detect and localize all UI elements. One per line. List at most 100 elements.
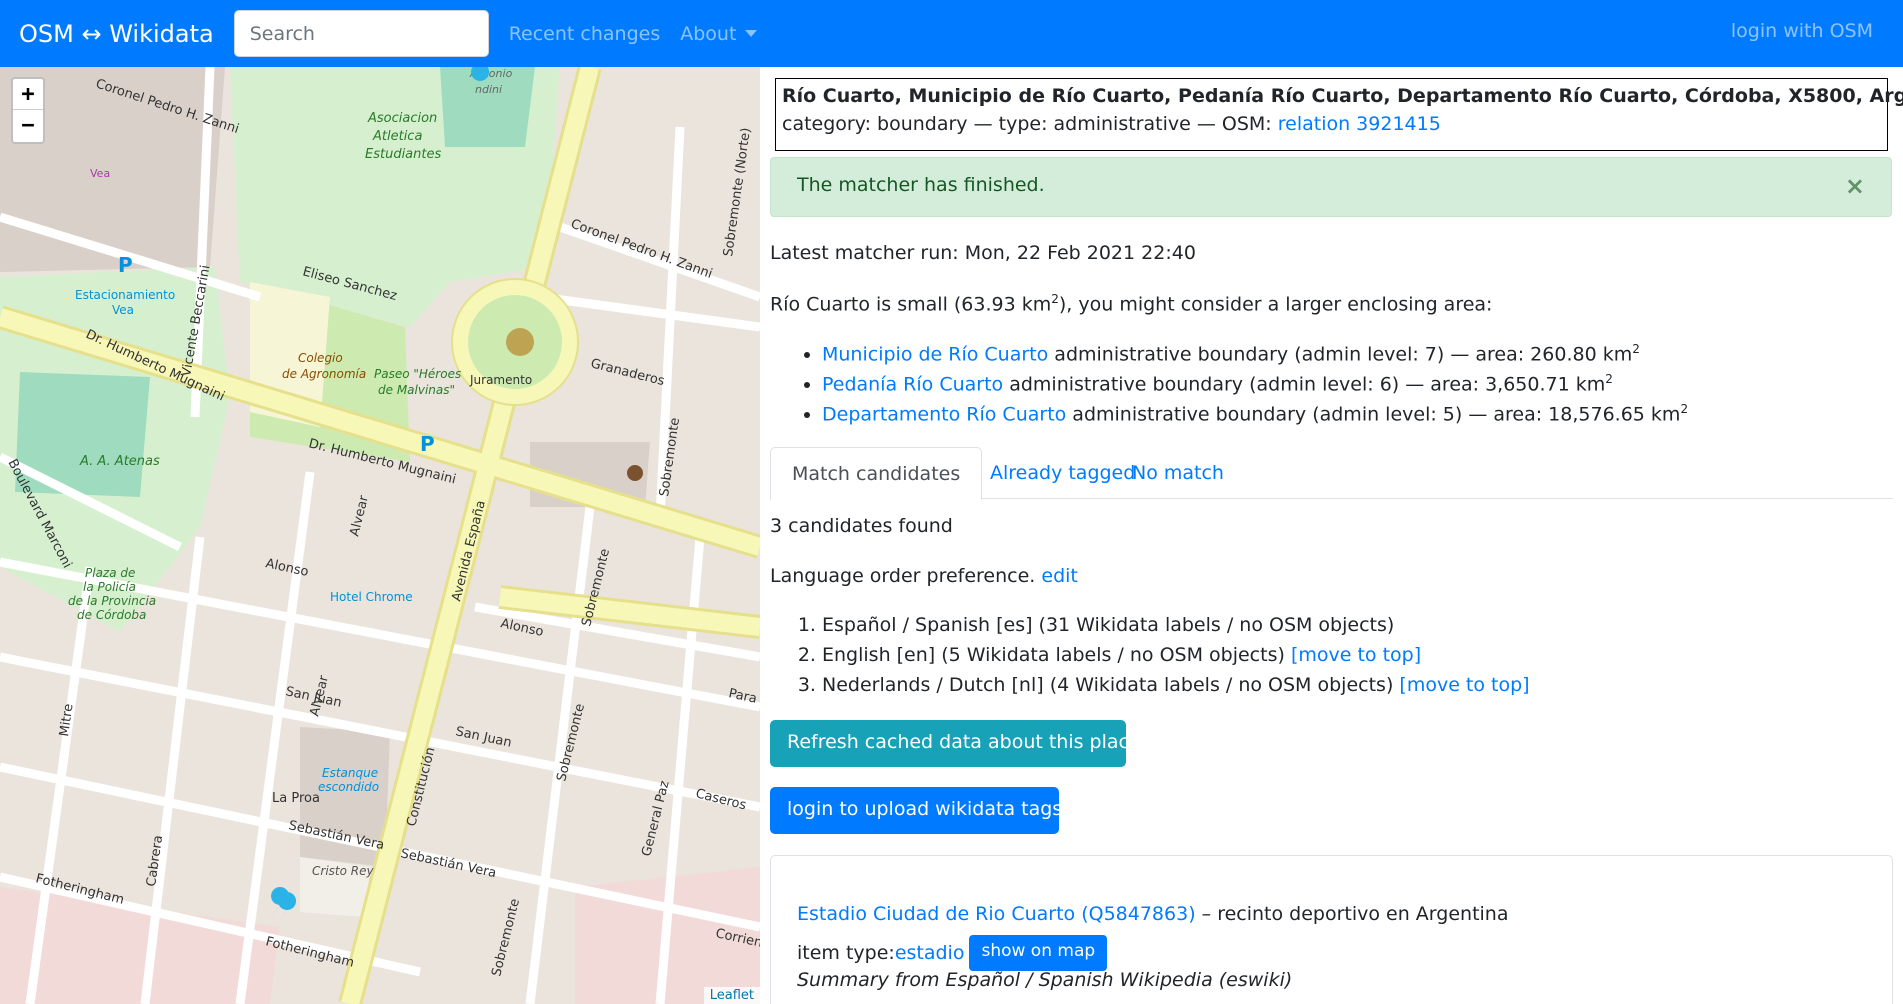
list-item: Pedanía Río Cuarto administrative bounda… bbox=[822, 372, 1688, 402]
zoom-in-button[interactable]: + bbox=[13, 79, 43, 110]
zoom-control: + − bbox=[11, 77, 45, 144]
caret-down-icon bbox=[745, 30, 758, 37]
map-markers: P P bbox=[118, 67, 643, 924]
success-alert: The matcher has finished. × bbox=[770, 157, 1892, 217]
label-avenida-espana: Avenida España bbox=[449, 499, 489, 603]
parking-icon: P bbox=[118, 253, 133, 277]
label-sobremonte-3: Sobremonte bbox=[554, 702, 588, 783]
label-alonso-1: Alonso bbox=[264, 556, 310, 580]
osm-relation-link[interactable]: relation 3921415 bbox=[1278, 113, 1441, 135]
place-meta: category: boundary — type: administrativ… bbox=[782, 113, 1881, 135]
language-text: Español / Spanish [es] (31 Wikidata labe… bbox=[822, 614, 1395, 636]
area-sup: 2 bbox=[1680, 402, 1689, 416]
label-general-paz: General Paz bbox=[639, 779, 672, 858]
place-title: Río Cuarto, Municipio de Río Cuarto, Ped… bbox=[782, 85, 1903, 107]
area-sup: 2 bbox=[1632, 342, 1640, 356]
enclosing-areas-list: Municipio de Río Cuarto administrative b… bbox=[822, 342, 1688, 432]
list-item: Departamento Río Cuarto administrative b… bbox=[822, 402, 1688, 432]
matcher-run: Latest matcher run: Mon, 22 Feb 2021 22:… bbox=[770, 242, 1196, 264]
label-fotheringham-2: Fotheringham bbox=[264, 934, 356, 970]
label-malvinas: de Malvinas" bbox=[378, 383, 455, 397]
label-estudiantes: Estudiantes bbox=[365, 147, 441, 162]
login-upload-button[interactable]: login to upload wikidata tags bbox=[770, 787, 1062, 834]
small-area-after: ), you might consider a larger enclosing… bbox=[1058, 293, 1493, 316]
candidate-desc: – recinto deportivo en Argentina bbox=[1195, 903, 1509, 925]
close-icon[interactable]: × bbox=[1845, 172, 1865, 200]
label-juramento: Juramento bbox=[469, 373, 532, 387]
label-corrien: Corrien bbox=[714, 926, 760, 951]
label-alvear-1: Alvear bbox=[347, 493, 372, 538]
cinema-icon bbox=[627, 465, 643, 481]
language-text: English [en] (5 Wikidata labels / no OSM… bbox=[822, 644, 1291, 666]
label-sobremonte-n: Sobremonte (Norte) bbox=[721, 127, 754, 258]
label-para: Para bbox=[727, 686, 758, 707]
label-estacionamiento-vea: Vea bbox=[112, 303, 134, 317]
label-mitre: Mitre bbox=[57, 703, 76, 738]
candidate-link[interactable]: Estadio Ciudad de Rio Cuarto (Q5847863) bbox=[797, 903, 1196, 925]
label-cabrera: Cabrera bbox=[144, 834, 166, 887]
candidate-card: Estadio Ciudad de Rio Cuarto (Q5847863) … bbox=[770, 855, 1893, 1004]
area-link-municipio[interactable]: Municipio de Río Cuarto bbox=[822, 343, 1048, 365]
zoom-out-button[interactable]: − bbox=[13, 110, 43, 141]
nav-about-label: About bbox=[680, 22, 737, 45]
area-link-departamento[interactable]: Departamento Río Cuarto bbox=[822, 403, 1066, 425]
move-to-top-link[interactable]: [move to top] bbox=[1291, 644, 1421, 666]
leaflet-attribution[interactable]: Leaflet bbox=[703, 987, 760, 1004]
label-estanque-2: escondido bbox=[318, 780, 379, 794]
candidates-found: 3 candidates found bbox=[770, 515, 953, 537]
candidate-summary: Summary from Español / Spanish Wikipedia… bbox=[797, 969, 1293, 991]
label-caseros: Caseros bbox=[694, 786, 748, 813]
place-meta-text: category: boundary — type: administrativ… bbox=[782, 113, 1278, 135]
label-asociacion: Asociacion bbox=[367, 111, 437, 126]
label-plaza-2: la Policía bbox=[83, 580, 136, 594]
nav-recent-changes[interactable]: Recent changes bbox=[509, 23, 661, 45]
language-edit-link[interactable]: edit bbox=[1041, 565, 1077, 587]
list-item: English [en] (5 Wikidata labels / no OSM… bbox=[822, 644, 1530, 674]
move-to-top-link[interactable]: [move to top] bbox=[1399, 674, 1529, 696]
alert-message: The matcher has finished. bbox=[797, 174, 1045, 196]
map[interactable]: Coronel Pedro H. Zanni Coronel Pedro H. … bbox=[0, 67, 760, 1004]
label-san-juan-2: San Juan bbox=[454, 724, 513, 750]
marker-icon bbox=[278, 892, 297, 924]
nav-about-dropdown[interactable]: About bbox=[680, 22, 758, 45]
brand-link[interactable]: OSM ↔ Wikidata bbox=[19, 20, 214, 48]
area-desc: administrative boundary (admin level: 7)… bbox=[1048, 343, 1633, 366]
candidate-title: Estadio Ciudad de Rio Cuarto (Q5847863) … bbox=[797, 903, 1509, 925]
label-mugnaini-2: Dr. Humberto Mugnaini bbox=[307, 436, 457, 487]
tab-match-candidates[interactable]: Match candidates bbox=[770, 447, 983, 500]
label-hotel: Hotel Chrome bbox=[330, 590, 413, 604]
label-fotheringham-1: Fotheringham bbox=[34, 871, 126, 907]
small-area-before: Río Cuarto is small (63.93 km bbox=[770, 293, 1052, 316]
item-type-link[interactable]: estadio bbox=[895, 942, 965, 964]
label-beccarini: Vicente Beccarini bbox=[179, 264, 213, 378]
label-nd: ndini bbox=[475, 83, 502, 96]
map-labels: Coronel Pedro H. Zanni Coronel Pedro H. … bbox=[4, 67, 760, 978]
item-type-label: item type: bbox=[797, 942, 895, 964]
search-input[interactable] bbox=[233, 10, 489, 57]
show-on-map-button[interactable]: show on map bbox=[969, 935, 1108, 971]
area-link-pedania[interactable]: Pedanía Río Cuarto bbox=[822, 373, 1003, 395]
label-alonso-2: Alonso bbox=[499, 616, 545, 640]
label-granaderos: Granaderos bbox=[589, 356, 666, 389]
area-desc: administrative boundary (admin level: 6)… bbox=[1003, 373, 1606, 396]
navbar: OSM ↔ Wikidata Recent changes About logi… bbox=[0, 0, 1903, 67]
tab-no-match[interactable]: No match bbox=[1111, 447, 1245, 500]
list-item: Municipio de Río Cuarto administrative b… bbox=[822, 342, 1688, 372]
label-paseo: Paseo "Héroes bbox=[374, 367, 461, 381]
label-estanque-1: Estanque bbox=[322, 766, 378, 780]
label-mugnaini-1: Dr. Humberto Mugnaini bbox=[83, 327, 226, 405]
login-osm-link[interactable]: login with OSM bbox=[1731, 20, 1873, 42]
label-pedro-zanni-2: Coronel Pedro H. Zanni bbox=[569, 217, 715, 282]
label-sobremonte-2: Sobremonte bbox=[579, 547, 613, 628]
label-agronomia: de Agronomía bbox=[282, 367, 366, 381]
label-constitucion: Constitución bbox=[404, 746, 438, 828]
label-sobremonte-4: Sobremonte bbox=[489, 897, 523, 978]
small-area-notice: Río Cuarto is small (63.93 km2), you mig… bbox=[770, 292, 1492, 315]
label-vea: Vea bbox=[90, 167, 110, 180]
refresh-cache-button[interactable]: Refresh cached data about this place bbox=[770, 720, 1141, 767]
label-estacionamiento: Estacionamiento bbox=[75, 288, 175, 302]
label-eliseo: Eliseo Sanchez bbox=[301, 264, 399, 304]
list-item: Nederlands / Dutch [nl] (4 Wikidata labe… bbox=[822, 674, 1530, 704]
area-sup: 2 bbox=[1605, 372, 1613, 386]
label-plaza-1: Plaza de bbox=[85, 566, 135, 580]
